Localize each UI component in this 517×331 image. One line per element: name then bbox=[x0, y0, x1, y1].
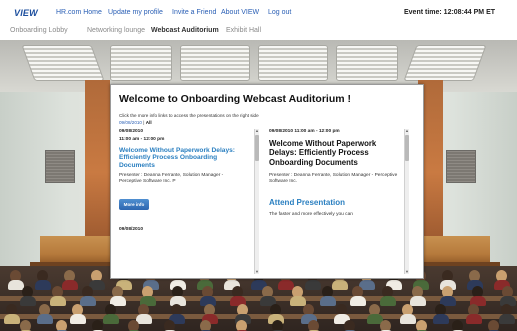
audience-member-body bbox=[103, 314, 119, 324]
attend-presentation-link[interactable]: Attend Presentation bbox=[269, 198, 345, 207]
nav-link-invite-friend[interactable]: Invite a Friend bbox=[172, 9, 216, 16]
list-scroll-thumb[interactable] bbox=[255, 135, 259, 161]
tab-onboarding-lobby[interactable]: Onboarding Lobby bbox=[10, 27, 68, 34]
audience-member-body bbox=[433, 314, 449, 324]
ceiling-panel bbox=[110, 45, 172, 81]
view-logo[interactable]: VIEW bbox=[14, 8, 38, 18]
list-item-title[interactable]: Welcome Without Paperwork Delays: Effici… bbox=[119, 147, 244, 169]
date-filter-date[interactable]: 09/08/2010 bbox=[119, 120, 142, 125]
presentation-list: 09/08/2010 11:00 am - 12:00 pm Welcome W… bbox=[119, 129, 254, 276]
auditorium-scene: Welcome to Onboarding Webcast Auditorium… bbox=[0, 40, 517, 331]
triangle-up-icon[interactable]: ▲ bbox=[255, 129, 259, 133]
audience-member-body bbox=[50, 296, 66, 306]
screen-instructions: Click the more info links to access the … bbox=[119, 113, 259, 118]
presentation-screen: Welcome to Onboarding Webcast Auditorium… bbox=[110, 84, 424, 279]
speaker-left-icon bbox=[45, 150, 75, 183]
speaker-right-icon bbox=[446, 150, 476, 183]
section-tabs: Onboarding Lobby Networking lounge Webca… bbox=[0, 23, 517, 40]
audience-member-body bbox=[305, 280, 321, 290]
more-info-button[interactable]: More info bbox=[119, 199, 149, 210]
audience-member-body bbox=[410, 296, 426, 306]
audience-member-body bbox=[350, 296, 366, 306]
audience-member-body bbox=[466, 314, 482, 324]
audience-member-body bbox=[332, 280, 348, 290]
audience-member-body bbox=[380, 296, 396, 306]
list-item-date: 09/08/2010 bbox=[119, 129, 144, 134]
audience-member-body bbox=[290, 296, 306, 306]
audience-member-body bbox=[499, 314, 515, 324]
list-item-presenter: Presenter : Deanna Ferrante, Solution Ma… bbox=[119, 173, 224, 184]
date-filter-all[interactable]: All bbox=[146, 120, 152, 125]
nav-link-update-profile[interactable]: Update my profile bbox=[108, 9, 163, 16]
triangle-up-icon[interactable]: ▲ bbox=[405, 129, 409, 133]
presentation-detail: 09/08/2010 11:00 am - 12:00 pm Welcome W… bbox=[269, 129, 403, 276]
top-nav: VIEW HR.com Home Update my profile Invit… bbox=[0, 0, 517, 23]
detail-description: The faster and more effectively you can bbox=[269, 212, 353, 217]
ceiling-panel bbox=[258, 45, 328, 81]
audience-member-body bbox=[62, 280, 78, 290]
audience-member-body bbox=[37, 314, 53, 324]
date-filter: 09/08/2010 | All bbox=[119, 120, 152, 125]
audience-member-body bbox=[320, 296, 336, 306]
list-scrollbar[interactable]: ▲ ▼ bbox=[254, 129, 259, 274]
event-time-readout: Event time: 12:08:44 PM ET bbox=[404, 9, 496, 16]
date-filter-separator: | bbox=[143, 120, 145, 125]
tab-webcast-auditorium[interactable]: Webcast Auditorium bbox=[151, 27, 219, 34]
detail-scroll-thumb[interactable] bbox=[405, 135, 409, 161]
audience-member-body bbox=[35, 280, 51, 290]
ceiling-panel bbox=[403, 45, 487, 81]
list-item-time: 11:00 am - 12:00 pm bbox=[119, 137, 165, 142]
audience-member-body bbox=[20, 296, 36, 306]
ceiling-panel bbox=[21, 45, 105, 81]
detail-title: Welcome Without Paperwork Delays: Effici… bbox=[269, 139, 377, 167]
ceiling-panel bbox=[336, 45, 398, 81]
detail-scrollbar[interactable]: ▲ ▼ bbox=[404, 129, 409, 274]
triangle-down-icon[interactable]: ▼ bbox=[405, 270, 409, 274]
screen-title: Welcome to Onboarding Webcast Auditorium… bbox=[119, 93, 351, 105]
audience-member-body bbox=[400, 314, 416, 324]
tab-networking-lounge[interactable]: Networking lounge bbox=[87, 27, 145, 34]
nav-link-logout[interactable]: Log out bbox=[268, 9, 291, 16]
detail-presenter: Presenter : Deanna Ferrante, Solution Ma… bbox=[269, 173, 398, 185]
audience-member-body bbox=[80, 296, 96, 306]
ceiling-panel bbox=[180, 45, 250, 81]
audience-member-body bbox=[70, 314, 86, 324]
nav-link-about-view[interactable]: About VIEW bbox=[221, 9, 259, 16]
tab-exhibit-hall[interactable]: Exhibit Hall bbox=[226, 27, 261, 34]
audience-member-body bbox=[4, 314, 20, 324]
detail-datetime: 09/08/2010 11:00 am - 12:00 pm bbox=[269, 129, 340, 134]
triangle-down-icon[interactable]: ▼ bbox=[255, 270, 259, 274]
nav-link-hr-home[interactable]: HR.com Home bbox=[56, 9, 102, 16]
list-item-date: 09/08/2010 bbox=[119, 227, 144, 232]
